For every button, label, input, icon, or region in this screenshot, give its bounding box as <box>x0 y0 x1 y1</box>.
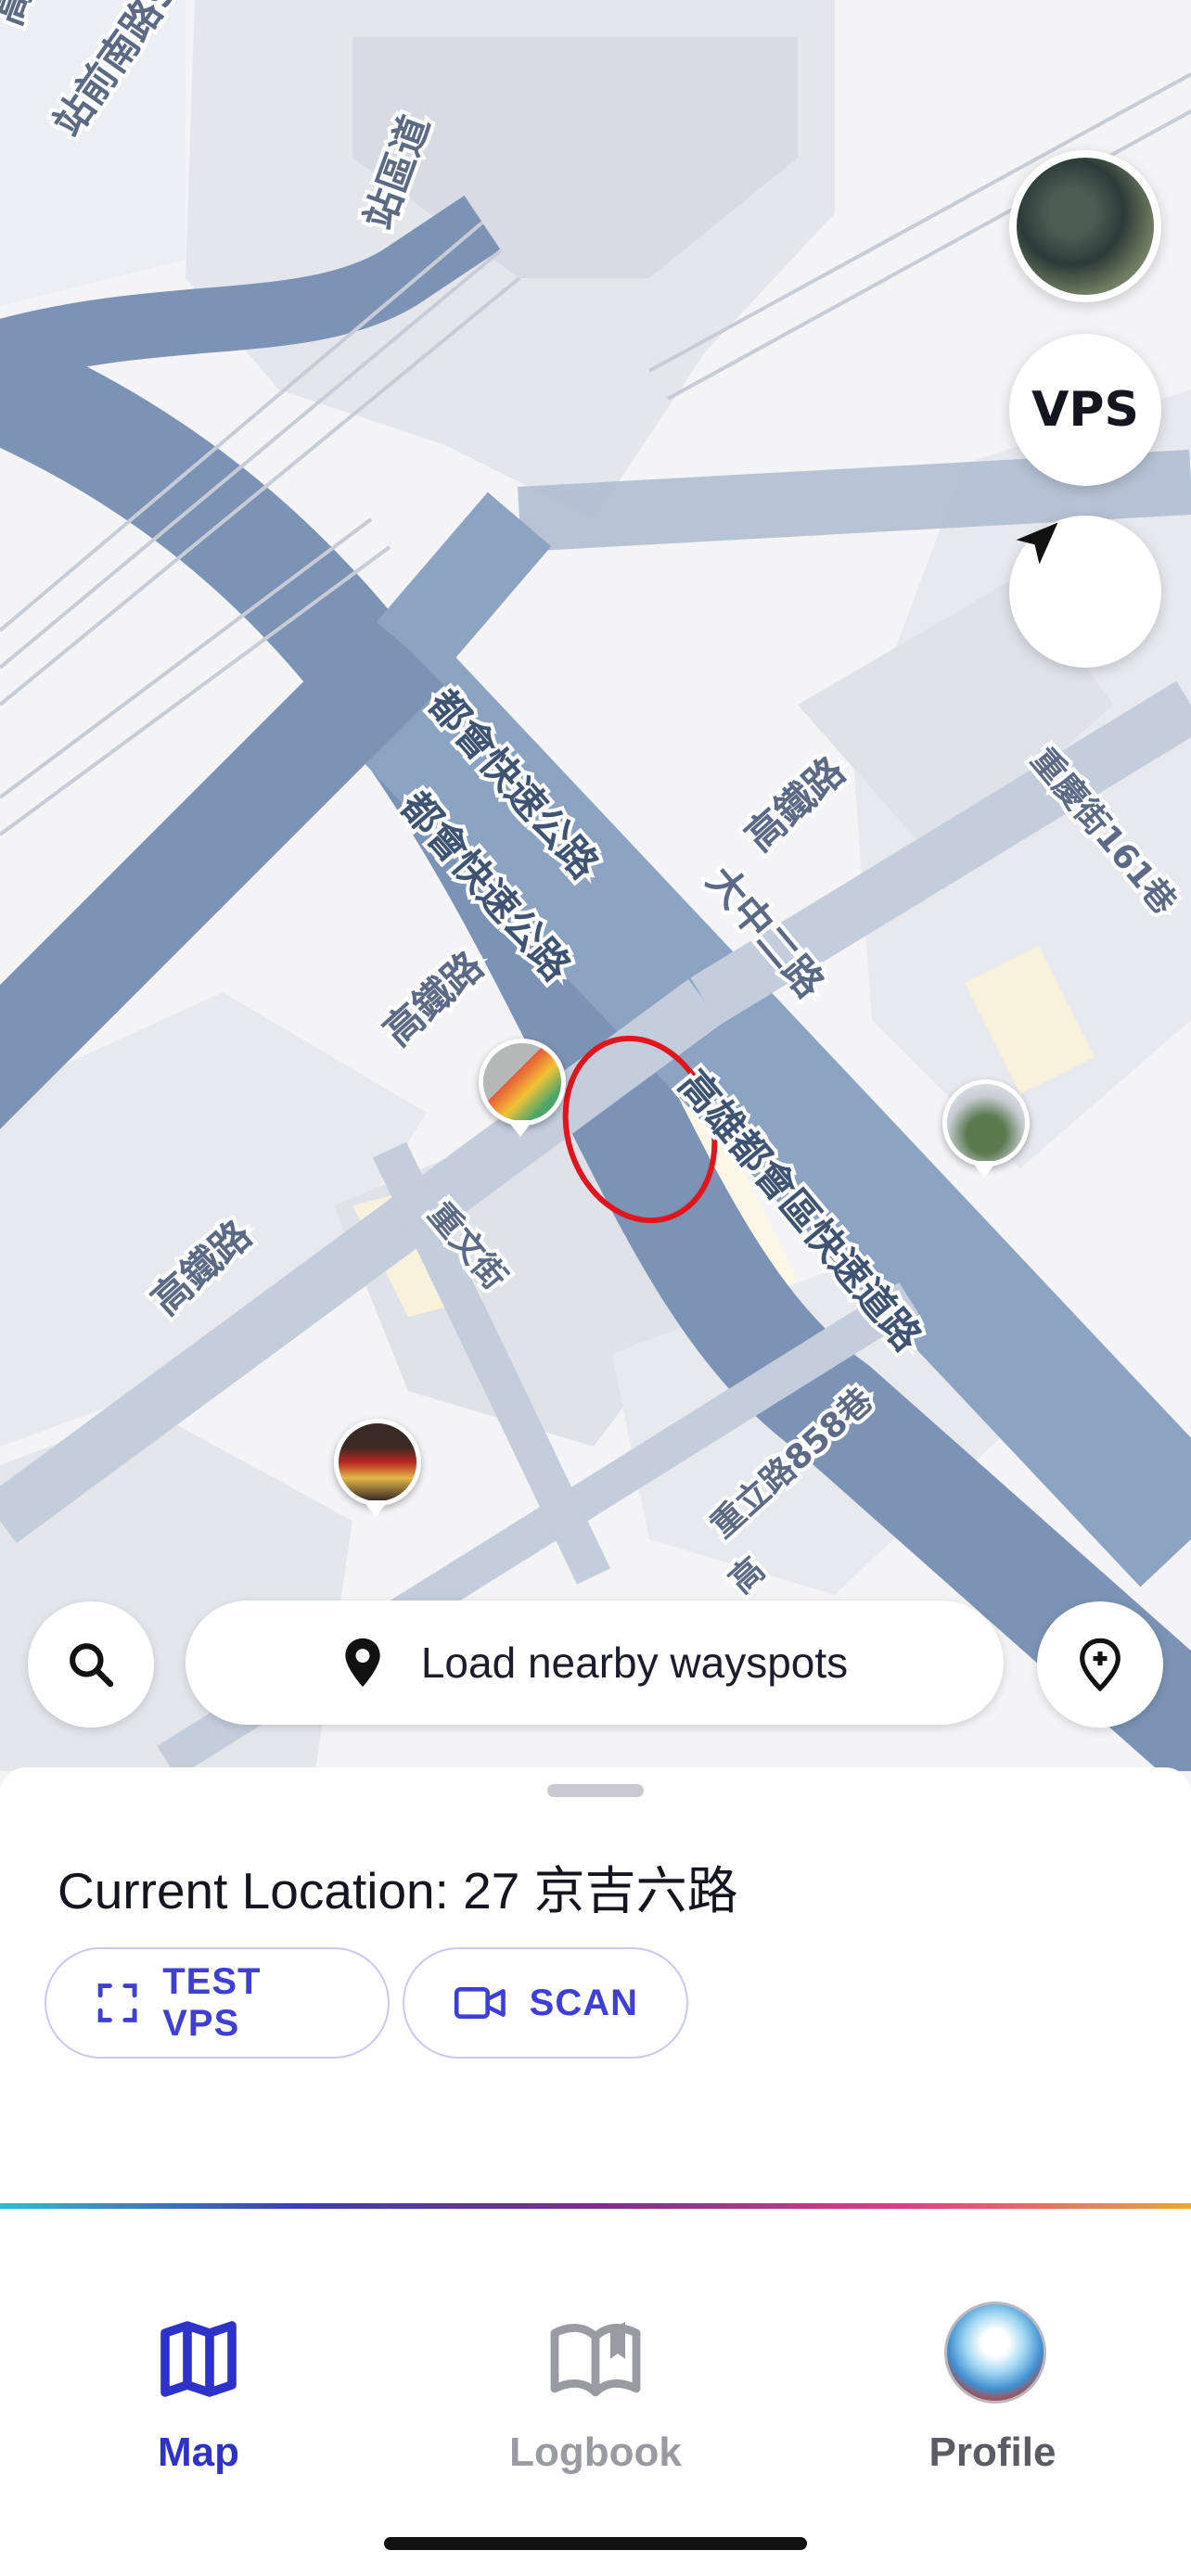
add-wayspot-button[interactable] <box>1037 1601 1163 1728</box>
tab-profile-label: Profile <box>928 2429 1057 2475</box>
wayspot-pin[interactable] <box>942 1079 1030 1167</box>
test-vps-button[interactable]: TEST VPS <box>45 1947 390 2059</box>
sheet-drag-handle[interactable] <box>547 1784 644 1797</box>
test-vps-label: TEST VPS <box>162 1961 262 2044</box>
home-indicator <box>384 2537 807 2550</box>
scan-button[interactable]: SCAN <box>403 1947 688 2059</box>
load-nearby-label: Load nearby wayspots <box>420 1639 849 1687</box>
current-location-title: Current Location: 27 京吉六路 <box>58 1862 738 1919</box>
map-canvas[interactable]: 站前南路9巷 站區道 高鐵路 都會快速公路 都會快速公路 高鐵路 大中二路 重慶… <box>0 0 1191 1771</box>
recenter-location-button[interactable] <box>1009 516 1161 668</box>
tab-logbook[interactable]: Logbook <box>456 2300 735 2485</box>
map-view[interactable]: 站前南路9巷 站區道 高鐵路 都會快速公路 都會快速公路 高鐵路 大中二路 重慶… <box>0 0 1191 1771</box>
search-icon <box>70 1643 114 1688</box>
search-button[interactable] <box>28 1601 154 1728</box>
tab-profile[interactable]: Profile <box>853 2300 1132 2485</box>
satellite-layer-button[interactable] <box>1009 150 1161 302</box>
vps-label: VPS <box>1031 382 1139 438</box>
wayspot-pin[interactable] <box>334 1419 421 1506</box>
load-nearby-wayspots-button[interactable]: Load nearby wayspots <box>186 1600 1004 1725</box>
scan-label: SCAN <box>529 1982 638 2023</box>
tabbar-divider <box>0 2203 1191 2209</box>
wayspot-pin[interactable] <box>479 1039 566 1126</box>
vps-button[interactable]: VPS <box>1009 334 1161 486</box>
map-icon <box>160 2321 237 2397</box>
scan-frame-icon <box>97 1983 137 2022</box>
pin-tail <box>507 1120 533 1137</box>
navigation-arrow-icon <box>1016 522 1058 565</box>
book-icon <box>550 2322 641 2397</box>
tab-map-label: Map <box>158 2429 239 2475</box>
location-pin-icon <box>345 1638 380 1688</box>
video-camera-icon <box>454 1987 506 2019</box>
pin-tail <box>971 1161 997 1178</box>
tab-map[interactable]: Map <box>59 2300 338 2485</box>
add-location-pin-icon <box>1080 1638 1121 1692</box>
pin-tail <box>363 1500 389 1517</box>
avatar <box>944 2302 1046 2404</box>
satellite-thumbnail <box>1017 158 1154 295</box>
tab-logbook-label: Logbook <box>509 2429 682 2475</box>
